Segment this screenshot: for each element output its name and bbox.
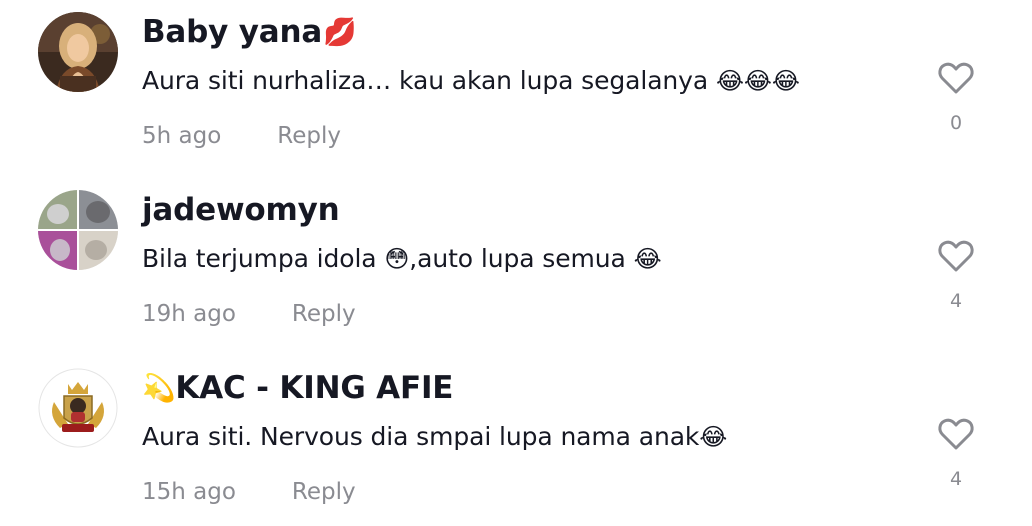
like-count: 4 (949, 290, 963, 312)
kiss-emoji: 💋 (323, 17, 357, 48)
comment-text: Bila terjumpa idola 😳,auto lupa semua 😂 (142, 244, 662, 273)
laughing-emoji: 😂 (699, 423, 728, 451)
heart-outline-icon[interactable] (936, 236, 976, 276)
comment-item: Baby yana 💋 Aura siti nurhaliza… kau aka… (0, 0, 1032, 178)
like-count: 0 (949, 112, 963, 134)
comment-text-body: Aura siti. Nervous dia smpai lupa nama a… (142, 422, 700, 451)
like-count: 4 (949, 468, 963, 490)
reply-button[interactable]: Reply (277, 123, 341, 149)
heart-outline-icon[interactable] (936, 414, 976, 454)
username-text: Baby yana (142, 14, 323, 50)
comment-meta: 19h ago Reply (142, 301, 356, 327)
reply-button[interactable]: Reply (292, 479, 356, 505)
comment-text-part2: ,auto lupa semua (409, 244, 634, 273)
comment-text: Aura siti nurhaliza… kau akan lupa segal… (142, 66, 800, 95)
dizzy-emoji: 💫 (142, 373, 176, 404)
cat-collage-avatar-image (38, 190, 118, 270)
reply-button[interactable]: Reply (292, 301, 356, 327)
avatar[interactable] (38, 12, 118, 92)
comment-item: 💫 KAC - KING AFIE Aura siti. Nervous dia… (0, 356, 1032, 526)
timestamp: 19h ago (142, 301, 236, 327)
comment-list: Baby yana 💋 Aura siti nurhaliza… kau aka… (0, 0, 1032, 526)
crest-logo-avatar-image (38, 368, 118, 448)
comment-text: Aura siti. Nervous dia smpai lupa nama a… (142, 422, 727, 451)
username-text: jadewomyn (142, 192, 340, 228)
comment-text-body: Aura siti nurhaliza… kau akan lupa segal… (142, 66, 716, 95)
username-text: KAC - KING AFIE (175, 370, 454, 406)
avatar[interactable] (38, 190, 118, 270)
like-control: 4 (932, 236, 980, 312)
timestamp: 15h ago (142, 479, 236, 505)
username[interactable]: Baby yana 💋 (142, 14, 357, 50)
like-control: 0 (932, 58, 980, 134)
avatar[interactable] (38, 368, 118, 448)
username[interactable]: jadewomyn (142, 192, 340, 228)
comment-text-part1: Bila terjumpa idola (142, 244, 385, 273)
heart-outline-icon[interactable] (936, 58, 976, 98)
flushed-emoji: 😳 (384, 245, 410, 273)
comment-item: jadewomyn Bila terjumpa idola 😳,auto lup… (0, 178, 1032, 356)
laughing-emoji: 😂😂😂 (715, 67, 800, 95)
comment-meta: 15h ago Reply (142, 479, 356, 505)
timestamp: 5h ago (142, 123, 222, 149)
like-control: 4 (932, 414, 980, 490)
laughing-emoji: 😂 (633, 245, 662, 273)
woman-portrait-avatar-image (38, 12, 118, 92)
username[interactable]: 💫 KAC - KING AFIE (142, 370, 453, 406)
comment-meta: 5h ago Reply (142, 123, 341, 149)
